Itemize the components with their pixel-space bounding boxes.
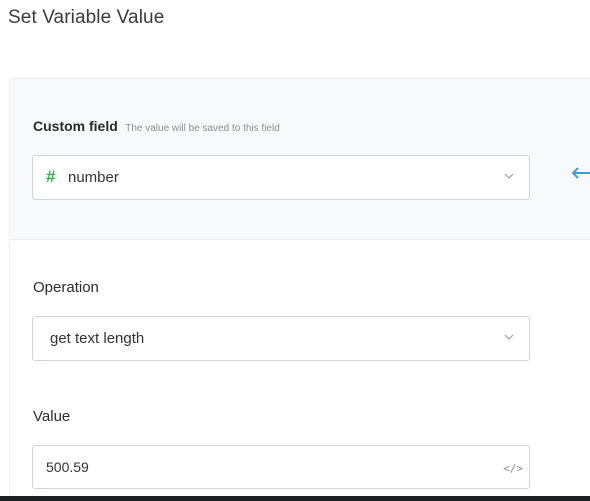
page-title: Set Variable Value: [8, 7, 165, 28]
value-label: Value: [33, 408, 71, 425]
chevron-down-icon: [504, 334, 514, 340]
operation-select[interactable]: get text length: [32, 316, 530, 361]
chevron-down-icon: [504, 173, 514, 179]
set-variable-panel: Set Variable Value Custom field The valu…: [0, 0, 590, 501]
custom-field-selected-value: number: [68, 169, 119, 186]
custom-field-hint: The value will be saved to this field: [125, 123, 280, 134]
code-icon[interactable]: </>: [503, 462, 523, 475]
custom-field-select[interactable]: # number: [32, 155, 530, 200]
value-input[interactable]: 500.59 </>: [32, 445, 530, 489]
window-bottom-edge: [0, 496, 590, 501]
hash-icon: #: [46, 167, 56, 186]
custom-field-label-row: Custom field The value will be saved to …: [33, 118, 280, 136]
value-input-text: 500.59: [46, 459, 89, 475]
operation-label: Operation: [33, 279, 99, 296]
custom-field-label: Custom field: [33, 118, 118, 134]
operation-selected-value: get text length: [50, 330, 145, 347]
connector-arrow-icon: [571, 167, 590, 179]
